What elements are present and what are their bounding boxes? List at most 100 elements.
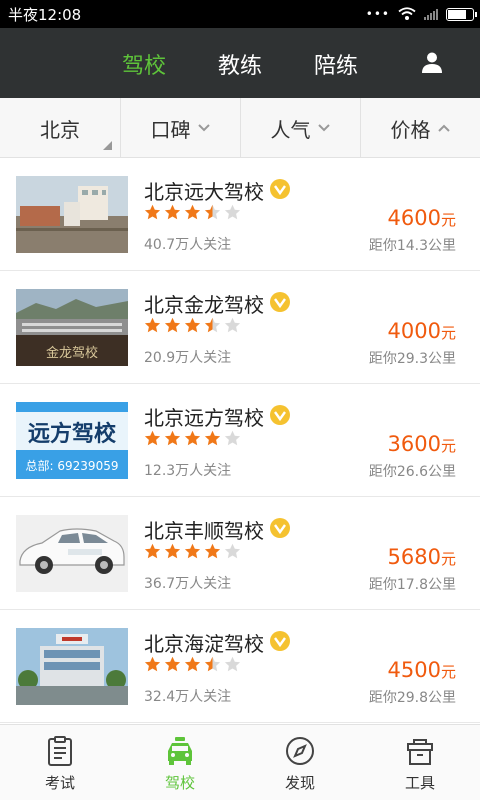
star-full-icon bbox=[164, 430, 181, 446]
school-item[interactable]: 远方驾校 总部: 69239059 北京远方驾校 12.3万人关注 3600元 … bbox=[0, 384, 480, 497]
popularity-filter-label: 人气 bbox=[270, 117, 311, 142]
tab-driving-school-label: 驾校 bbox=[164, 774, 195, 792]
price-unit: 元 bbox=[440, 324, 456, 342]
tab-driving-school-bottom[interactable]: 驾校 bbox=[120, 725, 240, 800]
status-time: 半夜12:08 bbox=[8, 6, 82, 24]
chevron-up-icon bbox=[437, 124, 450, 132]
star-full-icon bbox=[184, 656, 201, 672]
school-name: 北京金龙驾校 bbox=[144, 293, 264, 317]
status-icons: ••• bbox=[365, 6, 477, 22]
verified-badge-icon bbox=[270, 518, 290, 538]
distance: 距你29.8公里 bbox=[368, 690, 456, 706]
distance: 距你17.8公里 bbox=[368, 577, 456, 593]
star-rating bbox=[144, 317, 241, 334]
school-name: 北京远大驾校 bbox=[144, 180, 264, 204]
top-nav: 驾校 教练 陪练 bbox=[0, 28, 480, 98]
tab-practice-partner[interactable]: 陪练 bbox=[314, 48, 358, 80]
star-rating bbox=[144, 204, 241, 221]
price: 4600元 bbox=[388, 206, 456, 230]
toolbox-icon bbox=[407, 739, 433, 765]
distance: 距你29.3公里 bbox=[368, 351, 456, 367]
school-photo bbox=[16, 176, 128, 253]
tab-discover-label: 发现 bbox=[284, 774, 315, 792]
filter-bar: 北京 口碑 人气 价格 bbox=[0, 98, 480, 158]
star-full-icon bbox=[144, 543, 161, 559]
signal-icon bbox=[424, 8, 438, 20]
car-icon bbox=[168, 737, 192, 765]
price-filter[interactable]: 价格 bbox=[360, 98, 480, 158]
chevron-down-icon bbox=[197, 124, 210, 132]
school-item[interactable]: 北京远大驾校 40.7万人关注 4600元 距你14.3公里 bbox=[0, 158, 480, 271]
star-full-icon bbox=[164, 543, 181, 559]
star-rating bbox=[144, 430, 241, 447]
school-item[interactable]: 北京海淀驾校 32.4万人关注 4500元 距你29.8公里 bbox=[0, 610, 480, 723]
city-filter[interactable]: 北京 bbox=[0, 98, 120, 158]
tab-coach[interactable]: 教练 bbox=[218, 48, 262, 80]
star-empty-icon bbox=[224, 656, 241, 672]
star-full-icon bbox=[164, 204, 181, 220]
school-name: 北京远方驾校 bbox=[144, 406, 264, 430]
star-empty-icon bbox=[224, 543, 241, 559]
tab-driving-school[interactable]: 驾校 bbox=[122, 48, 166, 80]
wifi-icon bbox=[398, 7, 416, 20]
verified-badge-icon bbox=[270, 405, 290, 425]
thumb-title-text: 远方驾校 bbox=[28, 421, 117, 447]
star-full-icon bbox=[144, 430, 161, 446]
verified-badge-icon bbox=[270, 292, 290, 312]
distance: 距你14.3公里 bbox=[368, 238, 456, 254]
tab-tools[interactable]: 工具 bbox=[360, 725, 480, 800]
tab-tools-label: 工具 bbox=[404, 774, 435, 792]
distance: 距你26.6公里 bbox=[368, 464, 456, 480]
popularity-filter[interactable]: 人气 bbox=[240, 98, 360, 158]
star-empty-icon bbox=[224, 317, 241, 333]
school-item[interactable]: 金龙驾校 北京金龙驾校 20.9万人关注 4000元 距你29.3公里 bbox=[0, 271, 480, 384]
followers-count: 12.3万人关注 bbox=[144, 463, 232, 479]
school-photo bbox=[16, 628, 128, 705]
city-filter-label: 北京 bbox=[40, 117, 80, 142]
followers-count: 32.4万人关注 bbox=[144, 689, 232, 705]
price-value: 4000 bbox=[387, 319, 441, 343]
price-unit: 元 bbox=[440, 550, 456, 568]
star-rating bbox=[144, 656, 241, 673]
price-filter-label: 价格 bbox=[390, 117, 431, 142]
tab-exam[interactable]: 考试 bbox=[0, 725, 120, 800]
tab-discover[interactable]: 发现 bbox=[240, 725, 360, 800]
star-full-icon bbox=[144, 656, 161, 672]
price: 4500元 bbox=[388, 658, 456, 682]
followers-count: 40.7万人关注 bbox=[144, 237, 232, 253]
reputation-filter-label: 口碑 bbox=[150, 117, 191, 142]
star-half-icon bbox=[204, 656, 221, 672]
thumb-sub-text: 总部: 69239059 bbox=[26, 458, 119, 473]
star-full-icon bbox=[144, 317, 161, 333]
chevron-down-icon bbox=[317, 124, 330, 132]
user-icon[interactable] bbox=[420, 50, 444, 74]
price-value: 3600 bbox=[387, 432, 441, 456]
school-list: 北京远大驾校 40.7万人关注 4600元 距你14.3公里 金龙驾校 北京金龙… bbox=[0, 158, 480, 724]
price-value: 5680 bbox=[387, 545, 441, 569]
price: 4000元 bbox=[388, 319, 456, 343]
price-unit: 元 bbox=[440, 211, 456, 229]
school-photo bbox=[16, 515, 128, 592]
price-value: 4600 bbox=[387, 206, 441, 230]
school-photo: 远方驾校 总部: 69239059 bbox=[16, 402, 128, 479]
price-unit: 元 bbox=[440, 437, 456, 455]
star-half-icon bbox=[204, 317, 221, 333]
clipboard-icon bbox=[48, 736, 72, 766]
followers-count: 36.7万人关注 bbox=[144, 576, 232, 592]
star-full-icon bbox=[184, 430, 201, 446]
star-rating bbox=[144, 543, 241, 560]
status-bar: 半夜12:08 ••• bbox=[0, 0, 480, 28]
notification-dots: ••• bbox=[365, 7, 390, 21]
star-full-icon bbox=[204, 543, 221, 559]
star-full-icon bbox=[184, 204, 201, 220]
reputation-filter[interactable]: 口碑 bbox=[120, 98, 240, 158]
price-value: 4500 bbox=[387, 658, 441, 682]
dropdown-corner-icon bbox=[103, 141, 112, 150]
compass-icon bbox=[286, 737, 314, 765]
star-full-icon bbox=[144, 204, 161, 220]
star-empty-icon bbox=[224, 430, 241, 446]
price-unit: 元 bbox=[440, 663, 456, 681]
verified-badge-icon bbox=[270, 631, 290, 651]
price: 5680元 bbox=[388, 545, 456, 569]
school-item[interactable]: 北京丰顺驾校 36.7万人关注 5680元 距你17.8公里 bbox=[0, 497, 480, 610]
